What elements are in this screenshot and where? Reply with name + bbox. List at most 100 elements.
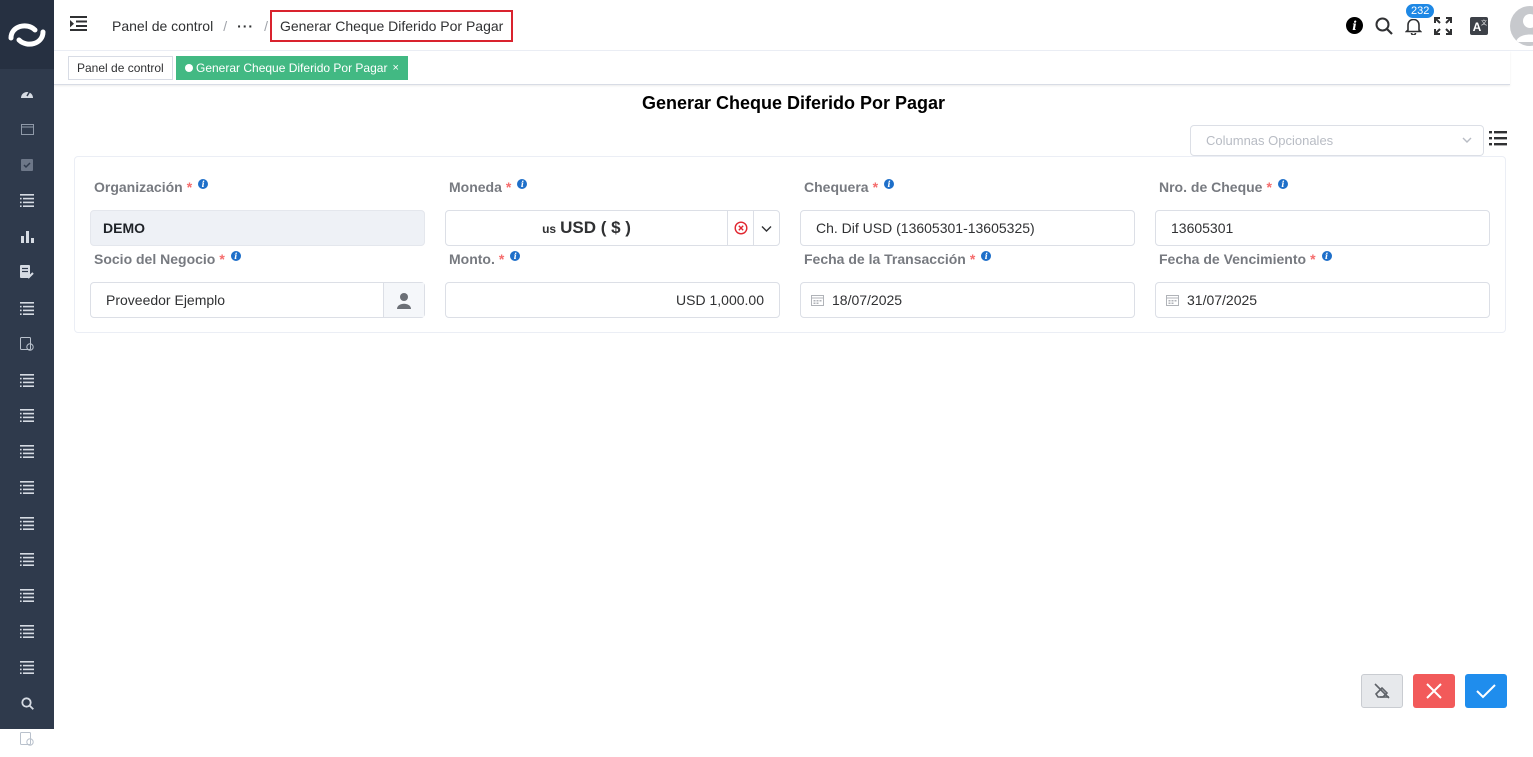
field-label: Monto. xyxy=(449,251,495,267)
required-mark: * xyxy=(1266,179,1272,195)
info-icon[interactable]: i xyxy=(230,251,241,261)
field-label: Fecha de la Transacción xyxy=(804,251,966,267)
breadcrumb-separator: / xyxy=(223,17,228,34)
input-value: Ch. Dif USD (13605301-13605325) xyxy=(816,220,1035,236)
input-value: 13605301 xyxy=(1171,220,1234,236)
document-check-icon[interactable] xyxy=(0,326,54,362)
clear-filter-button[interactable] xyxy=(1361,674,1403,708)
form-card: Organización * i DEMO Moneda * i us USD ( $ )… xyxy=(74,156,1506,333)
confirm-button[interactable] xyxy=(1465,674,1507,708)
tree-list-icon[interactable] xyxy=(0,506,54,542)
currency-select[interactable]: us USD ( $ ) xyxy=(445,210,780,246)
organization-field: Organización * i DEMO xyxy=(90,177,425,246)
document-check-icon[interactable] xyxy=(0,721,54,757)
required-mark: * xyxy=(1310,251,1316,267)
calendar-icon xyxy=(1166,294,1179,306)
tag-home[interactable]: Panel de control xyxy=(68,56,173,80)
list-icon[interactable] xyxy=(1489,130,1507,153)
info-icon[interactable]: i xyxy=(510,251,521,261)
bell-icon[interactable]: 232 xyxy=(1405,2,1436,35)
checkbook-input[interactable]: Ch. Dif USD (13605301-13605325) xyxy=(800,210,1135,246)
due-date-input[interactable]: 31/07/2025 xyxy=(1155,282,1490,318)
tree-list-icon[interactable] xyxy=(0,577,54,613)
notification-badge: 232 xyxy=(1405,2,1436,19)
breadcrumb-more[interactable]: ··· xyxy=(237,18,254,34)
required-mark: * xyxy=(219,251,225,267)
input-value: DEMO xyxy=(103,220,145,236)
sidebar xyxy=(0,0,54,746)
check-number-field: Nro. de Cheque * i 13605301 xyxy=(1155,177,1490,246)
currency-field: Moneda * i us USD ( $ ) xyxy=(445,177,780,246)
cancel-button[interactable] xyxy=(1413,674,1455,708)
info-icon[interactable]: i xyxy=(517,179,528,189)
tree-list-icon[interactable] xyxy=(0,434,54,470)
avatar[interactable] xyxy=(1510,5,1533,46)
info-icon[interactable]: i xyxy=(198,179,209,189)
check-number-input[interactable]: 13605301 xyxy=(1155,210,1490,246)
tree-list-icon[interactable] xyxy=(0,398,54,434)
checkbook-field: Chequera * i Ch. Dif USD (13605301-1360532… xyxy=(800,177,1135,246)
check-icon xyxy=(1476,684,1496,699)
amount-input[interactable]: USD 1,000.00 xyxy=(445,282,780,318)
tag-active[interactable]: Generar Cheque Diferido Por Pagar × xyxy=(176,56,408,80)
clear-icon[interactable] xyxy=(727,211,753,245)
info-icon[interactable]: i xyxy=(1346,17,1363,34)
breadcrumb-current: Generar Cheque Diferido Por Pagar xyxy=(269,9,514,42)
dashboard-icon[interactable] xyxy=(0,75,54,111)
tags-view: Panel de control Generar Cheque Diferido… xyxy=(54,51,1510,85)
amount-field: Monto. * i USD 1,000.00 xyxy=(445,249,780,318)
required-mark: * xyxy=(969,251,976,267)
tag-label: Generar Cheque Diferido Por Pagar xyxy=(196,61,388,75)
input-value: 31/07/2025 xyxy=(1187,292,1258,308)
organization-input: DEMO xyxy=(90,210,425,246)
user-icon[interactable] xyxy=(383,283,424,317)
tree-list-icon[interactable] xyxy=(0,362,54,398)
field-label: Fecha de Vencimiento xyxy=(1159,251,1307,267)
svg-text:i: i xyxy=(1352,19,1357,33)
transaction-date-input[interactable]: 18/07/2025 xyxy=(800,282,1135,318)
tree-list-icon[interactable] xyxy=(0,613,54,649)
info-icon[interactable]: i xyxy=(1321,251,1332,261)
close-icon xyxy=(1426,683,1442,699)
tree-list-icon[interactable] xyxy=(0,649,54,685)
check-icon[interactable] xyxy=(0,147,54,183)
info-icon[interactable]: i xyxy=(1277,179,1288,189)
transaction-date-field: Fecha de la Transacción * i 18/07/2025 xyxy=(800,249,1135,318)
select-placeholder: Columnas Opcionales xyxy=(1206,133,1334,148)
search-icon[interactable] xyxy=(0,685,54,721)
partner-input[interactable]: Proveedor Ejemplo xyxy=(90,282,425,318)
document-edit-icon[interactable] xyxy=(0,254,54,290)
info-icon[interactable]: i xyxy=(981,251,992,261)
fullscreen-icon[interactable] xyxy=(1434,16,1452,35)
required-mark: * xyxy=(186,179,193,195)
translate-icon[interactable]: A文 xyxy=(1470,16,1488,35)
topbar: Panel de control / ··· / Generar Cheque … xyxy=(54,0,1533,51)
breadcrumb-separator: / xyxy=(264,17,268,34)
search-icon[interactable] xyxy=(1375,17,1393,35)
collapse-menu-icon[interactable] xyxy=(70,16,87,36)
info-icon[interactable]: i xyxy=(884,179,895,189)
breadcrumb-home[interactable]: Panel de control xyxy=(112,18,213,34)
breadcrumb: Panel de control / ··· / Generar Cheque … xyxy=(112,0,514,51)
calendar-icon[interactable] xyxy=(0,111,54,147)
tree-list-icon[interactable] xyxy=(0,470,54,506)
logo[interactable] xyxy=(0,0,54,69)
required-mark: * xyxy=(498,251,505,267)
required-mark: * xyxy=(505,179,512,195)
input-value: Proveedor Ejemplo xyxy=(106,292,226,308)
logo-icon xyxy=(8,22,46,47)
input-value: USD 1,000.00 xyxy=(676,292,764,308)
close-icon[interactable]: × xyxy=(392,62,398,74)
eraser-icon xyxy=(1374,683,1390,699)
tree-list-icon[interactable] xyxy=(0,542,54,578)
required-mark: * xyxy=(872,179,879,195)
tree-list-icon[interactable] xyxy=(0,183,54,219)
chevron-down-icon[interactable] xyxy=(753,211,779,245)
field-label: Nro. de Cheque xyxy=(1159,179,1263,195)
field-label: Chequera xyxy=(804,179,869,195)
page-title: Generar Cheque Diferido Por Pagar xyxy=(641,93,946,113)
field-label: Moneda xyxy=(449,179,502,195)
tree-list-icon[interactable] xyxy=(0,290,54,326)
bar-chart-icon[interactable] xyxy=(0,219,54,255)
optional-columns-select[interactable]: Columnas Opcionales xyxy=(1190,125,1484,156)
